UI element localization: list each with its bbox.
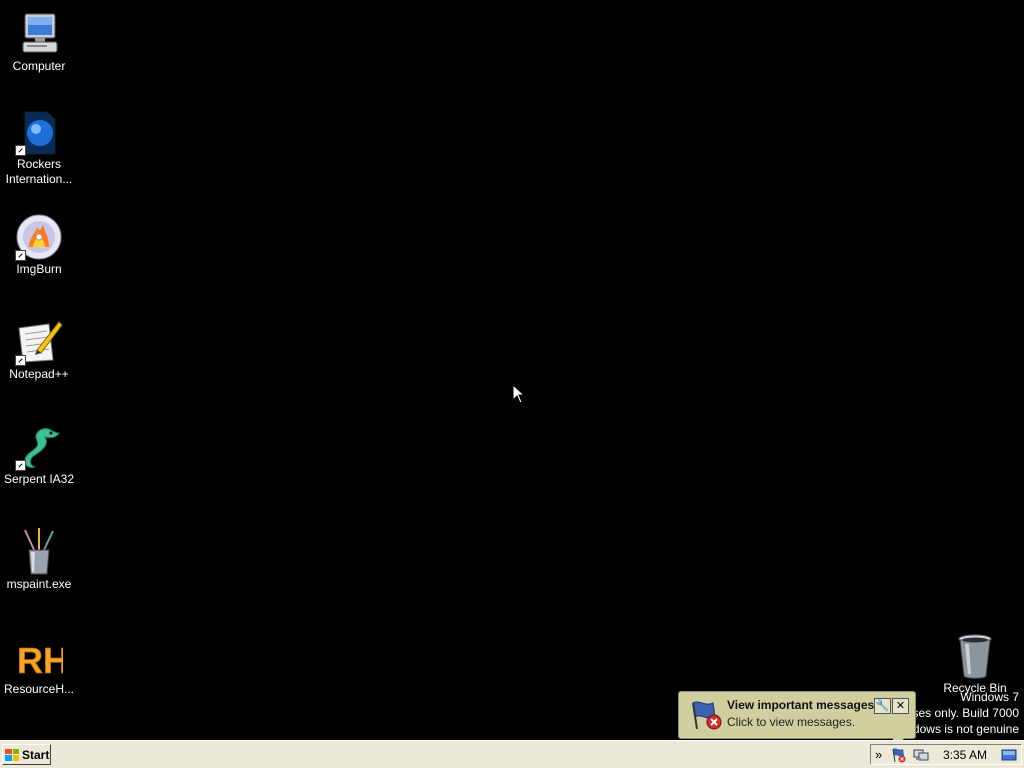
desktop-icon-rockers-internation[interactable]: Rockers Internation... [1, 108, 77, 187]
desktop-icon-label: ResourceH... [3, 682, 75, 696]
balloon-body: Click to view messages. [727, 715, 856, 729]
desktop: Computer Rockers Internation... ImgBurn … [0, 0, 1024, 740]
rockers-internation-icon [15, 108, 63, 156]
desktop-icon-serpent-ia32[interactable]: Serpent IA32 [1, 423, 77, 487]
desktop-icon-label: Computer [12, 59, 66, 73]
start-button[interactable]: Start [2, 744, 51, 765]
desktop-icon-label: Rockers Internation... [5, 157, 73, 186]
shortcut-arrow-icon [15, 460, 26, 471]
desktop-icon-notepad-plus-plus[interactable]: Notepad++ [1, 318, 77, 382]
svg-text:RH: RH [17, 640, 63, 681]
balloon-settings-button[interactable]: 🔧 [874, 698, 891, 714]
mspaint-brushes-icon [15, 528, 63, 576]
action-center-tray-icon[interactable] [891, 747, 907, 763]
desktop-icon-label: mspaint.exe [6, 577, 72, 591]
imgburn-disc-icon [15, 213, 63, 261]
shortcut-arrow-icon [15, 250, 26, 261]
notepad-plus-plus-icon [15, 318, 63, 366]
taskbar: Start » 3:35 AM [0, 740, 1024, 768]
desktop-icon-mspaint[interactable]: mspaint.exe [1, 528, 77, 592]
action-center-flag-icon [689, 699, 723, 731]
start-button-label: Start [22, 747, 50, 762]
desktop-icon-computer[interactable]: Computer [1, 10, 77, 74]
windows-logo-icon [5, 748, 19, 761]
shortcut-arrow-icon [15, 355, 26, 366]
network-tray-icon[interactable] [913, 747, 929, 763]
desktop-icon-label: Notepad++ [9, 367, 69, 381]
desktop-icon-label: Serpent IA32 [3, 472, 75, 486]
shortcut-arrow-icon [15, 145, 26, 156]
balloon-close-button[interactable]: ✕ [892, 698, 909, 714]
taskbar-clock[interactable]: 3:35 AM [943, 748, 987, 762]
show-desktop-button[interactable] [1001, 747, 1017, 763]
resource-hacker-icon: RH [15, 633, 70, 682]
desktop-icon-label: ImgBurn [16, 262, 62, 276]
desktop-icon-recycle-bin[interactable]: Recycle Bin [937, 632, 1013, 696]
desktop-icon-imgburn[interactable]: ImgBurn [1, 213, 77, 277]
action-center-balloon[interactable]: View important messages Click to view me… [678, 691, 916, 747]
serpent-dragon-icon [15, 423, 63, 471]
tray-expand-button[interactable]: » [875, 747, 882, 763]
system-tray: » 3:35 AM [870, 744, 1022, 765]
computer-icon [15, 10, 63, 58]
recycle-bin-icon [951, 632, 999, 680]
mouse-pointer-icon [512, 383, 526, 404]
desktop-icon-resource-hacker[interactable]: RH ResourceH... [1, 633, 77, 697]
balloon-title: View important messages [727, 698, 875, 712]
